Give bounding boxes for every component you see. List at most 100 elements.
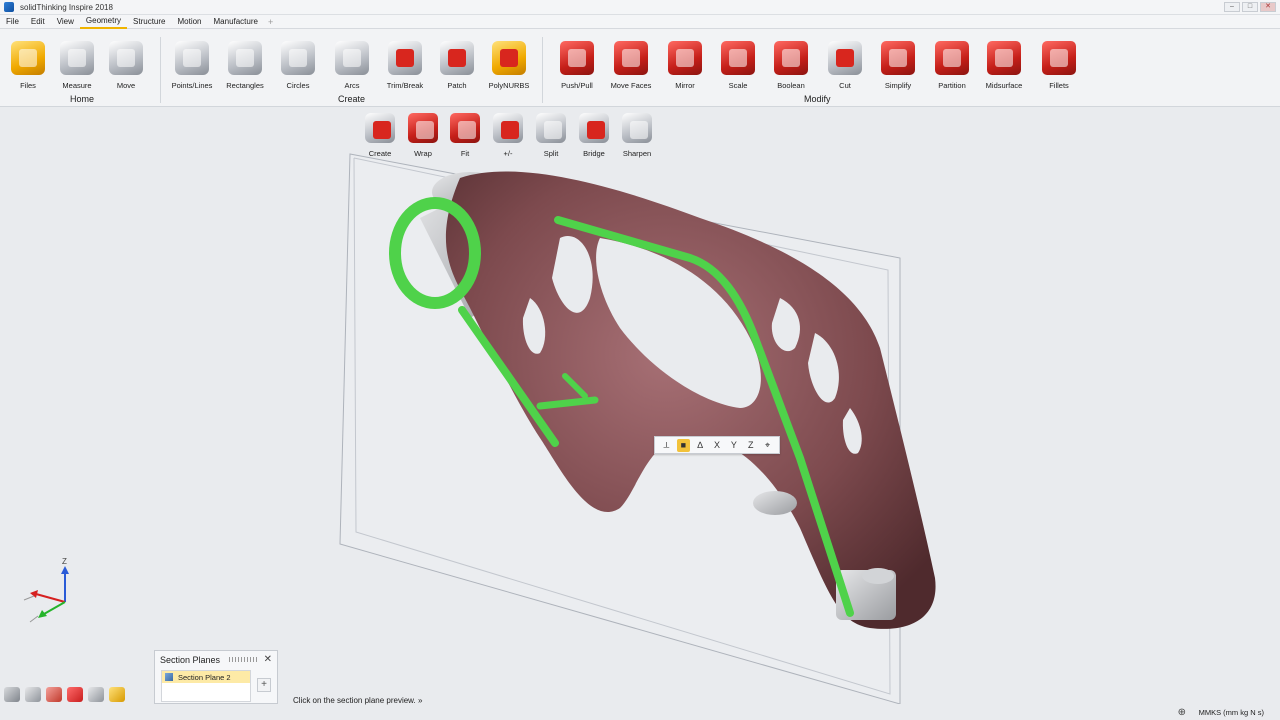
plane-triangle-icon[interactable]: ∆	[694, 439, 707, 452]
ribbon: Files Measure Move Home Points/Lines Rec…	[0, 29, 1280, 107]
analysis-icon[interactable]	[67, 687, 83, 702]
polynurbs-plus-minus-tool[interactable]: +/-	[487, 113, 529, 158]
menu-manufacture[interactable]: Manufacture	[208, 15, 264, 28]
partition-tool[interactable]: Partition	[924, 41, 980, 90]
polynurbs-split-tool[interactable]: Split	[530, 113, 572, 158]
menu-edit[interactable]: Edit	[25, 15, 51, 28]
group-separator	[160, 37, 161, 103]
polynurbs-fit-tool[interactable]: Fit	[444, 113, 486, 158]
cut-tool[interactable]: Cut	[817, 41, 873, 90]
plane-normal-icon[interactable]: ⟂	[660, 439, 673, 452]
search-icon[interactable]	[88, 687, 104, 702]
menu-structure[interactable]: Structure	[127, 15, 171, 28]
triad-z-label: Z	[62, 557, 67, 566]
polynurbs-fit-icon	[450, 113, 480, 143]
snap-icon[interactable]: ⊕	[1178, 707, 1186, 718]
scale-tool[interactable]: Scale	[710, 41, 766, 90]
polynurbs-icon	[492, 41, 526, 75]
axis-triad: Z	[23, 557, 69, 623]
circles-icon	[281, 41, 315, 75]
partition-icon	[935, 41, 969, 75]
rectangles-icon	[228, 41, 262, 75]
group-label-create: Create	[338, 94, 366, 104]
polynurbs-tool[interactable]: PolyNURBS	[481, 41, 537, 90]
polynurbs-create-tool[interactable]: Create	[359, 113, 401, 158]
polynurbs-sharpen-icon	[622, 113, 652, 143]
mirror-icon	[668, 41, 702, 75]
arcs-icon	[335, 41, 369, 75]
measure-icon	[60, 41, 94, 75]
add-section-plane-button[interactable]: +	[257, 678, 271, 692]
polynurbs-sharpen-tool[interactable]: Sharpen	[616, 113, 658, 158]
move-faces-tool[interactable]: Move Faces	[603, 41, 659, 90]
menu-motion[interactable]: Motion	[171, 15, 207, 28]
app-logo-icon	[4, 2, 14, 12]
boolean-icon	[774, 41, 808, 75]
menu-bar: File Edit View Geometry Structure Motion…	[0, 15, 1280, 29]
measure-tool[interactable]: Measure	[49, 41, 105, 90]
plane-options-icon[interactable]: ⌖	[761, 439, 774, 452]
patch-icon	[440, 41, 474, 75]
align-z-button[interactable]: Z	[744, 439, 757, 452]
polynurbs-wrap-tool[interactable]: Wrap	[402, 113, 444, 158]
fillets-tool[interactable]: Fillets	[1031, 41, 1087, 90]
points-lines-icon	[175, 41, 209, 75]
model-browser-icon[interactable]	[4, 687, 20, 702]
midsurface-icon	[987, 41, 1021, 75]
align-y-button[interactable]: Y	[727, 439, 740, 452]
polynurbs-split-icon	[536, 113, 566, 143]
rectangles-tool[interactable]: Rectangles	[217, 41, 273, 90]
group-label-modify: Modify	[804, 94, 831, 104]
modeling-viewport[interactable]: ⟂ ■ ∆ X Y Z ⌖	[0, 108, 1280, 704]
polynurbs-bridge-tool[interactable]: Bridge	[573, 113, 615, 158]
list-item[interactable]: Section Plane 2	[162, 671, 250, 683]
settings-icon[interactable]	[109, 687, 125, 702]
group-label-home: Home	[70, 94, 95, 104]
unit-system[interactable]: MMKS (mm kg N s)	[1199, 708, 1264, 717]
move-icon	[109, 41, 143, 75]
polynurbs-plus-minus-icon	[493, 113, 523, 143]
simplify-icon	[881, 41, 915, 75]
section-plane-microdialog: ⟂ ■ ∆ X Y Z ⌖	[654, 436, 780, 454]
status-hint: Click on the section plane preview. »	[293, 696, 423, 705]
bottom-toolbar	[4, 687, 125, 702]
boolean-tool[interactable]: Boolean	[763, 41, 819, 90]
push-pull-icon	[560, 41, 594, 75]
minimize-button[interactable]: –	[1224, 2, 1240, 12]
circles-tool[interactable]: Circles	[270, 41, 326, 90]
polynurbs-create-icon	[365, 113, 395, 143]
add-ribbon-tab-icon[interactable]: +	[264, 17, 277, 27]
close-button[interactable]: ✕	[1260, 2, 1276, 12]
arcs-tool[interactable]: Arcs	[324, 41, 380, 90]
trim-break-tool[interactable]: Trim/Break	[377, 41, 433, 90]
menu-file[interactable]: File	[0, 15, 25, 28]
fillets-icon	[1042, 41, 1076, 75]
patch-tool[interactable]: Patch	[429, 41, 485, 90]
run-status-icon[interactable]	[46, 687, 62, 702]
menu-geometry[interactable]: Geometry	[79, 14, 128, 29]
window-title: solidThinking Inspire 2018	[20, 2, 113, 12]
midsurface-tool[interactable]: Midsurface	[976, 41, 1032, 90]
files-tool[interactable]: Files	[0, 41, 56, 90]
align-x-button[interactable]: X	[711, 439, 724, 452]
move-tool[interactable]: Move	[98, 41, 154, 90]
close-icon[interactable]: ✕	[264, 654, 272, 665]
mirror-tool[interactable]: Mirror	[657, 41, 713, 90]
window-controls: – □ ✕	[1224, 2, 1276, 12]
section-planes-list: Section Plane 2	[161, 670, 251, 702]
points-lines-tool[interactable]: Points/Lines	[164, 41, 220, 90]
group-separator	[542, 37, 543, 103]
drag-grip-icon[interactable]	[229, 657, 259, 662]
simplify-tool[interactable]: Simplify	[870, 41, 926, 90]
property-editor-icon[interactable]	[25, 687, 41, 702]
trim-break-icon	[388, 41, 422, 75]
maximize-button[interactable]: □	[1242, 2, 1258, 12]
menu-view[interactable]: View	[51, 15, 80, 28]
scale-icon	[721, 41, 755, 75]
plane-select-icon[interactable]: ■	[676, 438, 690, 452]
model-canvas	[339, 153, 936, 704]
polynurbs-bridge-icon	[579, 113, 609, 143]
cut-icon	[828, 41, 862, 75]
section-planes-header[interactable]: Section Planes ✕	[155, 651, 277, 669]
push-pull-tool[interactable]: Push/Pull	[549, 41, 605, 90]
